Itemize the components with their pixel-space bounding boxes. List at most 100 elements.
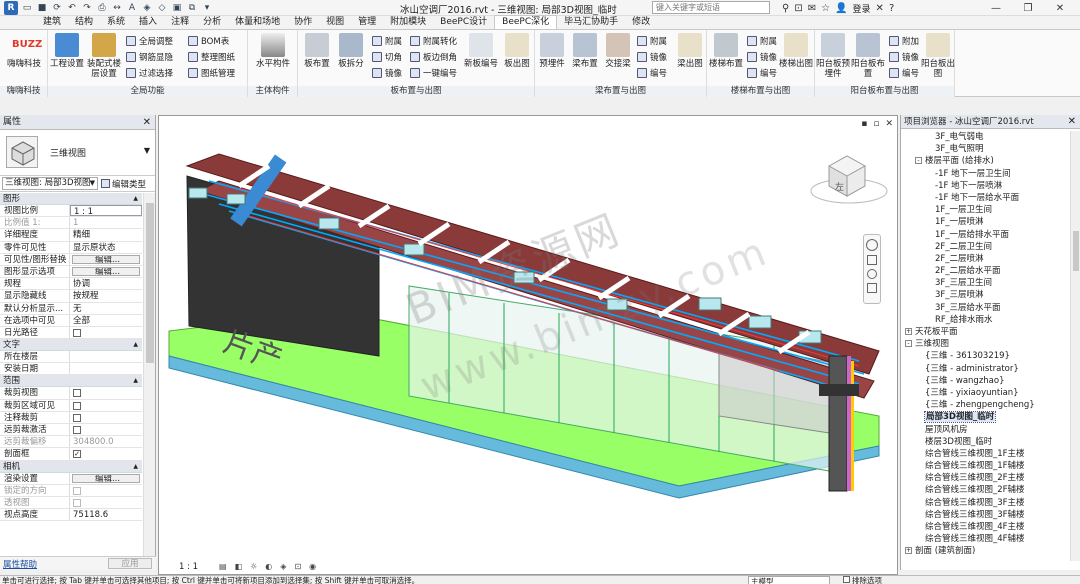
switch-windows-icon[interactable]: ⧉ [186,2,198,14]
checkbox[interactable] [73,389,81,398]
apply-button[interactable]: 应用 [108,558,152,569]
properties-help-link[interactable]: 属性帮助 [3,558,37,570]
3d-viewport[interactable]: 左 片产 BIM资源网 www.bimzy.com ▪ ▫ ✕ 1 : 1 ▤ … [158,115,898,575]
property-checkbox[interactable] [70,424,142,435]
restore-icon[interactable]: ❐ [1012,0,1044,16]
edit-type-button[interactable]: 编辑类型 [101,178,146,190]
slab-layout-button[interactable]: 板布置 [300,33,334,69]
communication-icon[interactable]: ✉ [808,3,816,14]
filter-select-button[interactable]: 过滤选择 [126,67,173,79]
checkbox[interactable] [73,498,81,507]
property-value[interactable]: 1 : 1 [70,205,142,217]
global-adjust-button[interactable]: 全局调整 [126,35,173,47]
checkbox[interactable] [73,328,81,337]
slab-mirror-button[interactable]: 镜像 [372,67,402,79]
browser-node[interactable]: - 三维视图 [901,338,1069,350]
browser-scrollbar[interactable] [1070,131,1080,561]
property-value[interactable]: 75118.6 [70,509,142,520]
browser-node-selected[interactable]: 局部3D视图_临时 [901,411,1069,424]
balcony-embed-button[interactable]: 阳台板预埋件 [815,33,851,79]
search-input[interactable]: 键入关键字或短语 [652,1,770,14]
browser-node[interactable]: -1F 地下一层喷淋 [901,180,1069,192]
browser-node[interactable]: + 天花板平面 [901,326,1069,338]
slab-fillet-button[interactable]: 板边倒角 [410,51,457,63]
property-checkbox[interactable] [70,387,142,398]
app-logo[interactable]: R [4,1,18,15]
property-value[interactable]: 无 [70,303,142,314]
beam-mirror-button[interactable]: 镜像 [637,51,667,63]
browser-node[interactable]: 1F_一层给排水平面 [901,229,1069,241]
collapse-icon[interactable]: - [915,157,922,165]
property-value[interactable]: 显示原状态 [70,242,142,253]
property-category[interactable]: 文字 [0,339,142,352]
view-instance-select[interactable]: 三维视图: 局部3D视图 ▼ [2,177,98,190]
ribbon-tab[interactable]: 结构 [68,16,100,29]
property-value[interactable]: 全部 [70,315,142,326]
property-checkbox[interactable] [70,497,142,508]
browser-node[interactable]: 3F_三层给水平面 [901,302,1069,314]
browser-node[interactable]: -1F 地下一层给水平面 [901,192,1069,204]
user-icon[interactable]: 👤 [835,3,847,14]
beam-drawing-button[interactable]: 梁出图 [673,33,707,69]
slab-attach-button[interactable]: 附属 [372,35,402,47]
browser-node[interactable]: 综合管线三维视图_3F辅楼 [901,509,1069,521]
property-edit-button[interactable]: 编辑... [72,266,140,277]
bom-table-button[interactable]: BOM表 [188,35,229,47]
pan-icon[interactable] [867,255,877,265]
property-edit-button[interactable]: 编辑... [72,473,140,483]
ribbon-tab[interactable]: 系统 [100,16,132,29]
hide-isolate-icon[interactable]: ◉ [309,562,316,571]
stair-drawing-button[interactable]: 楼梯出图 [779,33,813,69]
property-value[interactable] [70,351,142,362]
browser-node[interactable]: {三维 - administrator} [901,363,1069,375]
beam-layout-button[interactable]: 梁布置 [568,33,602,69]
property-value[interactable]: 按规程 [70,290,142,301]
close-icon[interactable]: ✕ [1044,0,1076,16]
browser-node[interactable]: 综合管线三维视图_2F主楼 [901,472,1069,484]
collapse-icon[interactable]: - [905,340,912,348]
cross-beam-button[interactable]: 交接梁 [601,33,635,69]
crop-icon[interactable]: ⊡ [294,562,301,571]
balcony-add-button[interactable]: 附加 [889,35,919,47]
checkbox[interactable]: ✓ [73,450,81,459]
chevron-down-icon[interactable]: ▼ [144,146,150,155]
redo-icon[interactable]: ↷ [81,2,93,14]
property-category[interactable]: 相机 [0,460,142,473]
measure-icon[interactable]: ↔ [111,2,123,14]
scroll-thumb[interactable] [146,203,154,363]
sync-icon[interactable]: ⟳ [51,2,63,14]
orbit-icon[interactable] [867,283,877,293]
ribbon-tab[interactable]: 管理 [351,16,383,29]
customize-icon[interactable]: ▾ [201,2,213,14]
properties-scrollbar[interactable] [143,193,155,556]
ribbon-tab[interactable]: 建筑 [36,16,68,29]
embedded-part-button[interactable]: 预埋件 [535,33,569,69]
property-checkbox[interactable] [70,327,142,338]
ribbon-tab[interactable]: 注释 [164,16,196,29]
slab-split-button[interactable]: 板拆分 [334,33,368,69]
expand-icon[interactable]: + [905,328,912,335]
organize-sheets-button[interactable]: 整理图纸 [188,51,235,63]
property-value[interactable]: 1 [70,217,142,228]
render-icon[interactable]: ◈ [280,562,286,571]
undo-icon[interactable]: ↶ [66,2,78,14]
project-settings-button[interactable]: 工程设置 [50,33,84,69]
property-value[interactable]: 精细 [70,229,142,240]
property-checkbox[interactable]: ✓ [70,448,142,459]
save-icon[interactable]: ■ [36,2,48,14]
close-icon[interactable]: ✕ [1068,115,1076,129]
horizontal-component-button[interactable]: 水平构件 [256,33,290,69]
close-icon[interactable]: ✕ [885,119,893,129]
browser-node[interactable]: 1F_一层卫生间 [901,204,1069,216]
text-icon[interactable]: A [126,2,138,14]
browser-node[interactable]: 2F_二层喷淋 [901,253,1069,265]
balcony-drawing-button[interactable]: 阳台板出图 [921,33,955,79]
rebar-toggle-button[interactable]: 钢筋显隐 [126,51,173,63]
browser-node[interactable]: 综合管线三维视图_1F辅楼 [901,460,1069,472]
property-checkbox[interactable] [70,485,142,496]
property-value[interactable] [70,363,142,374]
3d-view-icon[interactable]: ◈ [141,2,153,14]
property-value[interactable]: 304800.0 [70,436,142,447]
browser-node[interactable]: 2F_二层卫生间 [901,241,1069,253]
ribbon-tab[interactable]: 分析 [196,16,228,29]
